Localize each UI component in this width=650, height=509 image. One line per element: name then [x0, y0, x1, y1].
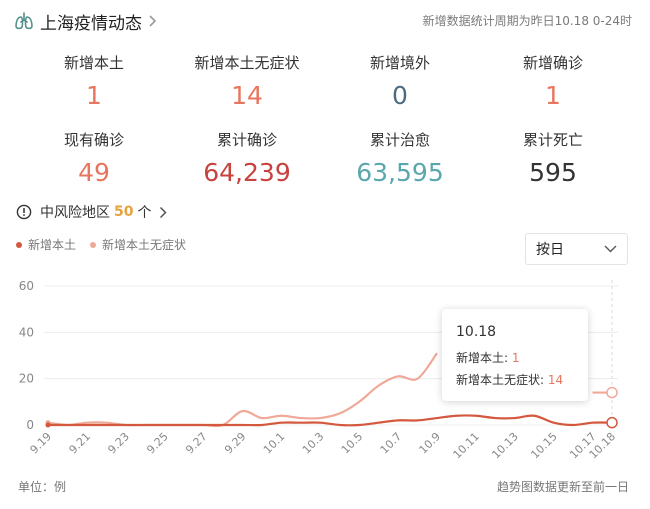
stat-value: 63,595 [356, 158, 444, 187]
epidemic-card: 上海疫情动态 新增数据统计周期为昨日10.18 0-24时 新增本土 1 新增本… [0, 0, 650, 509]
y-tick-label: 20 [19, 372, 34, 386]
stat-new-imported: 新增境外 0 [320, 52, 480, 110]
x-tick-label: 10.13 [489, 430, 520, 461]
stat-new-local: 新增本土 1 [14, 52, 174, 110]
risk-count: 50 [114, 204, 134, 220]
series-line [47, 352, 438, 428]
chevron-right-icon [149, 15, 157, 27]
highlight-point [606, 416, 618, 429]
stat-label: 新增本土无症状 [194, 54, 300, 72]
x-tick-label: 10.3 [300, 430, 327, 457]
x-tick-label: 10.15 [528, 430, 559, 461]
stat-label: 累计确诊 [216, 131, 277, 149]
chevron-down-icon [604, 245, 617, 253]
stat-value: 0 [392, 81, 408, 110]
x-tick-label: 10.9 [417, 430, 444, 457]
legend-dot [16, 241, 22, 248]
tooltip-row-asymptomatic: 新增本土无症状: 14 [456, 371, 563, 388]
stat-new-asymptomatic: 新增本土无症状 14 [167, 52, 327, 110]
highlight-point [606, 386, 618, 399]
legend-item-local[interactable]: 新增本土 [16, 236, 76, 253]
risk-suffix: 个 [137, 205, 152, 221]
card-title: 上海疫情动态 [40, 13, 142, 34]
stat-value: 595 [529, 158, 577, 187]
legend-label: 新增本土 [28, 238, 77, 252]
tooltip-label: 新增本土无症状: [456, 373, 545, 387]
tooltip-date: 10.18 [456, 324, 497, 340]
x-tick-label: 10.1 [261, 430, 288, 457]
x-tick-label: 9.27 [183, 430, 210, 457]
stat-value: 1 [545, 81, 561, 110]
stat-total-deaths: 累计死亡 595 [473, 129, 633, 187]
y-tick-label: 60 [19, 279, 34, 293]
unit-note: 单位：例 [18, 480, 67, 494]
risk-prefix: 中风险地区 [40, 205, 110, 221]
tooltip-value: 1 [511, 351, 520, 365]
lungs-icon [15, 12, 33, 30]
card-header[interactable]: 上海疫情动态 [14, 8, 157, 34]
update-note: 趋势图数据更新至前一日 [496, 480, 629, 494]
legend-item-asymptomatic[interactable]: 新增本土无症状 [90, 236, 186, 253]
stat-label: 新增境外 [369, 54, 430, 72]
stat-label: 新增确诊 [522, 54, 583, 72]
granularity-select[interactable]: 按日 [525, 233, 628, 265]
legend-label: 新增本土无症状 [102, 238, 187, 252]
y-tick-label: 0 [26, 418, 34, 432]
stat-label: 累计治愈 [369, 131, 430, 149]
stat-new-confirmed: 新增确诊 1 [473, 52, 633, 110]
chart-tooltip: 10.18 新增本土: 1 新增本土无症状: 14 [442, 309, 588, 401]
tooltip-value: 14 [547, 373, 564, 387]
y-tick-label: 40 [19, 325, 34, 339]
x-tick-label: 9.25 [144, 430, 171, 457]
chevron-right-icon [160, 206, 168, 218]
alert-icon [16, 204, 32, 220]
medium-risk-link[interactable]: 中风险地区 50 个 [16, 201, 168, 223]
stat-current-confirmed: 现有确诊 49 [14, 129, 174, 187]
stat-label: 新增本土 [63, 54, 124, 72]
tooltip-label: 新增本土: [456, 351, 509, 365]
x-tick-label: 9.19 [28, 430, 55, 457]
select-value: 按日 [536, 242, 564, 258]
period-note: 新增数据统计周期为昨日10.18 0-24时 [422, 14, 632, 28]
x-tick-label: 10.11 [451, 430, 482, 461]
stat-label: 现有确诊 [63, 131, 124, 149]
x-tick-label: 9.21 [67, 430, 94, 457]
stat-total-cured: 累计治愈 63,595 [320, 129, 480, 187]
x-tick-label: 9.29 [222, 430, 249, 457]
stat-label: 累计死亡 [522, 131, 583, 149]
x-tick-label: 9.23 [105, 430, 132, 457]
stat-total-confirmed: 累计确诊 64,239 [167, 129, 327, 187]
x-tick-label: 10.5 [339, 430, 366, 457]
stat-value: 64,239 [203, 158, 291, 187]
stat-value: 49 [78, 158, 110, 187]
chart-legend: 新增本土 新增本土无症状 [16, 236, 200, 253]
series-point [45, 422, 51, 428]
stat-value: 14 [231, 81, 263, 110]
tooltip-row-local: 新增本土: 1 [456, 349, 520, 366]
stat-value: 1 [86, 81, 102, 110]
x-tick-label: 10.7 [378, 430, 405, 457]
legend-dot [90, 241, 97, 248]
